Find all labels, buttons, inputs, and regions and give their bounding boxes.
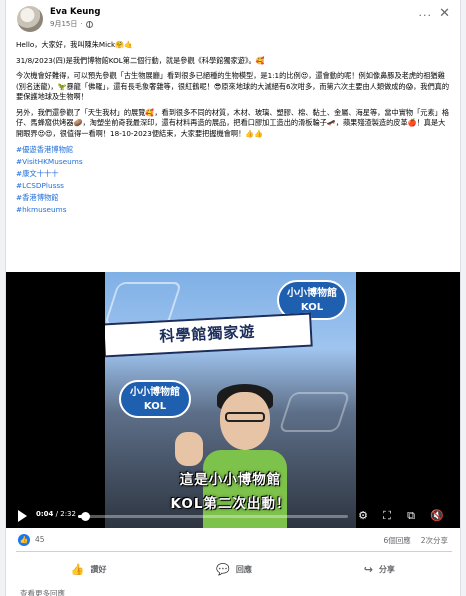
presenter-hand: [175, 432, 203, 466]
volume-muted-icon[interactable]: 🔇: [430, 509, 444, 523]
close-button[interactable]: ✕: [439, 6, 450, 21]
post-paragraph: Hello，大家好，我叫陳朱Mick🤗🤙: [16, 40, 134, 49]
action-bar: 👍 讚好 💬 回應 ↪ 分享: [16, 555, 452, 583]
post-paragraph: 31/8/2023(四)是我們博物館KOL第二個行動，就是參觀《科學館獨家遊》。…: [16, 55, 265, 65]
post-card: Eva Keung 9月15日 · ··· ✕ Hello，大家好，我叫陳朱Mi…: [5, 0, 461, 596]
comment-button-label: 回應: [235, 564, 252, 574]
hashtag-link[interactable]: #hkmuseums: [16, 204, 452, 216]
post-meta: 9月15日 ·: [50, 19, 93, 29]
video-player[interactable]: 小小博物館 KOL 科學館獨家遊 小小博物館 KOL 這是小小博物館 KOL第二…: [6, 272, 460, 528]
author-name[interactable]: Eva Keung: [50, 7, 100, 17]
like-reaction-icon[interactable]: 👍: [18, 534, 30, 546]
glasses-icon: [225, 412, 265, 422]
hashtag-link[interactable]: #康文十十十: [16, 168, 452, 180]
avatar[interactable]: [17, 6, 43, 32]
share-button[interactable]: ↪ 分享: [307, 555, 452, 583]
more-options-button[interactable]: ···: [419, 9, 433, 22]
video-subtitle-line1: 這是小小博物館: [179, 472, 282, 488]
fullscreen-icon[interactable]: ⛶: [380, 509, 394, 523]
view-more-comments-link[interactable]: 查看更多回應: [20, 588, 65, 596]
decorative-hexagon: [278, 392, 351, 432]
share-arrow-icon: ↪: [363, 562, 373, 576]
kol-logo-badge: 小小博物館 KOL: [119, 380, 191, 418]
comment-button[interactable]: 💬 回應: [161, 555, 306, 583]
post-stats: 👍 45 6個回應 2次分享: [16, 533, 452, 549]
hashtag-link[interactable]: #LCSDPlusss: [16, 180, 452, 192]
video-frame[interactable]: 小小博物館 KOL 科學館獨家遊 小小博物館 KOL 這是小小博物館 KOL第二…: [105, 272, 356, 528]
like-button[interactable]: 👍 讚好: [16, 555, 161, 583]
post-date[interactable]: 9月15日: [50, 19, 77, 29]
share-button-label: 分享: [378, 564, 395, 574]
post-paragraph: 另外，我們還參觀了「天生我材」的展覽🥰，看到很多不同的材質，木材、玻璃、塑膠、棉…: [16, 107, 450, 138]
like-button-label: 讚好: [90, 564, 107, 574]
hashtag-link[interactable]: #優遊香港博物館: [16, 144, 452, 156]
post-paragraph: 今次機會好難得，可以預先參觀「古生物展廳」看到很多已絕種的生物模型，是1:1的比…: [16, 71, 450, 101]
hashtag-link[interactable]: #香港博物館: [16, 192, 452, 204]
picture-in-picture-icon[interactable]: ⧉: [404, 509, 418, 523]
hashtag-list: #優遊香港博物館 #VisitHKMuseums #康文十十十 #LCSDPlu…: [16, 144, 452, 216]
post-header: Eva Keung 9月15日 · ··· ✕: [6, 0, 460, 38]
video-controls: 0:04 / 2:32 ⚙ ⛶ ⧉ 🔇: [6, 506, 460, 528]
divider: [16, 551, 452, 552]
post-body: Hello，大家好，我叫陳朱Mick🤗🤙 31/8/2023(四)是我們博物館K…: [16, 40, 452, 216]
video-progress-knob[interactable]: [81, 512, 91, 521]
comment-bubble-icon: 💬: [216, 562, 230, 576]
like-count[interactable]: 45: [35, 535, 45, 544]
video-time: 0:04 / 2:32: [36, 510, 76, 518]
play-icon[interactable]: [18, 510, 27, 522]
total-time: 2:32: [60, 510, 76, 518]
current-time: 0:04: [36, 510, 54, 518]
share-count[interactable]: 2次分享: [421, 535, 448, 546]
thumbs-up-icon: 👍: [70, 562, 85, 576]
globe-icon: [85, 20, 93, 28]
settings-icon[interactable]: ⚙: [356, 509, 370, 523]
comment-count[interactable]: 6個回應: [383, 535, 410, 546]
video-progress-bar[interactable]: [78, 512, 348, 521]
hashtag-link[interactable]: #VisitHKMuseums: [16, 156, 452, 168]
